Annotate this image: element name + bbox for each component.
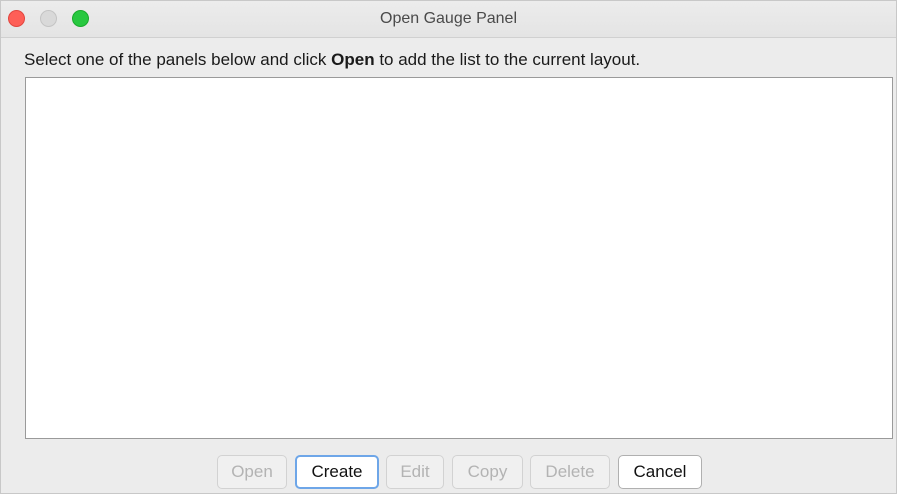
window-title: Open Gauge Panel [380, 10, 517, 27]
instruction-bold: Open [331, 50, 375, 69]
instruction-text: Select one of the panels below and click… [24, 50, 640, 70]
delete-button[interactable]: Delete [530, 455, 610, 489]
instruction-suffix: to add the list to the current layout. [374, 50, 641, 69]
gauge-panel-list[interactable] [25, 77, 893, 439]
create-button[interactable]: Create [295, 455, 379, 489]
instruction-prefix: Select one of the panels below and click [24, 50, 332, 69]
dialog-button-bar: Open Create Edit Copy Delete Cancel [1, 455, 896, 489]
title-bar[interactable]: Open Gauge Panel [1, 1, 896, 38]
open-button[interactable]: Open [217, 455, 287, 489]
edit-button[interactable]: Edit [386, 455, 444, 489]
cancel-button[interactable]: Cancel [618, 455, 702, 489]
open-gauge-panel-dialog: Open Gauge Panel Select one of the panel… [0, 0, 897, 494]
copy-button[interactable]: Copy [452, 455, 523, 489]
